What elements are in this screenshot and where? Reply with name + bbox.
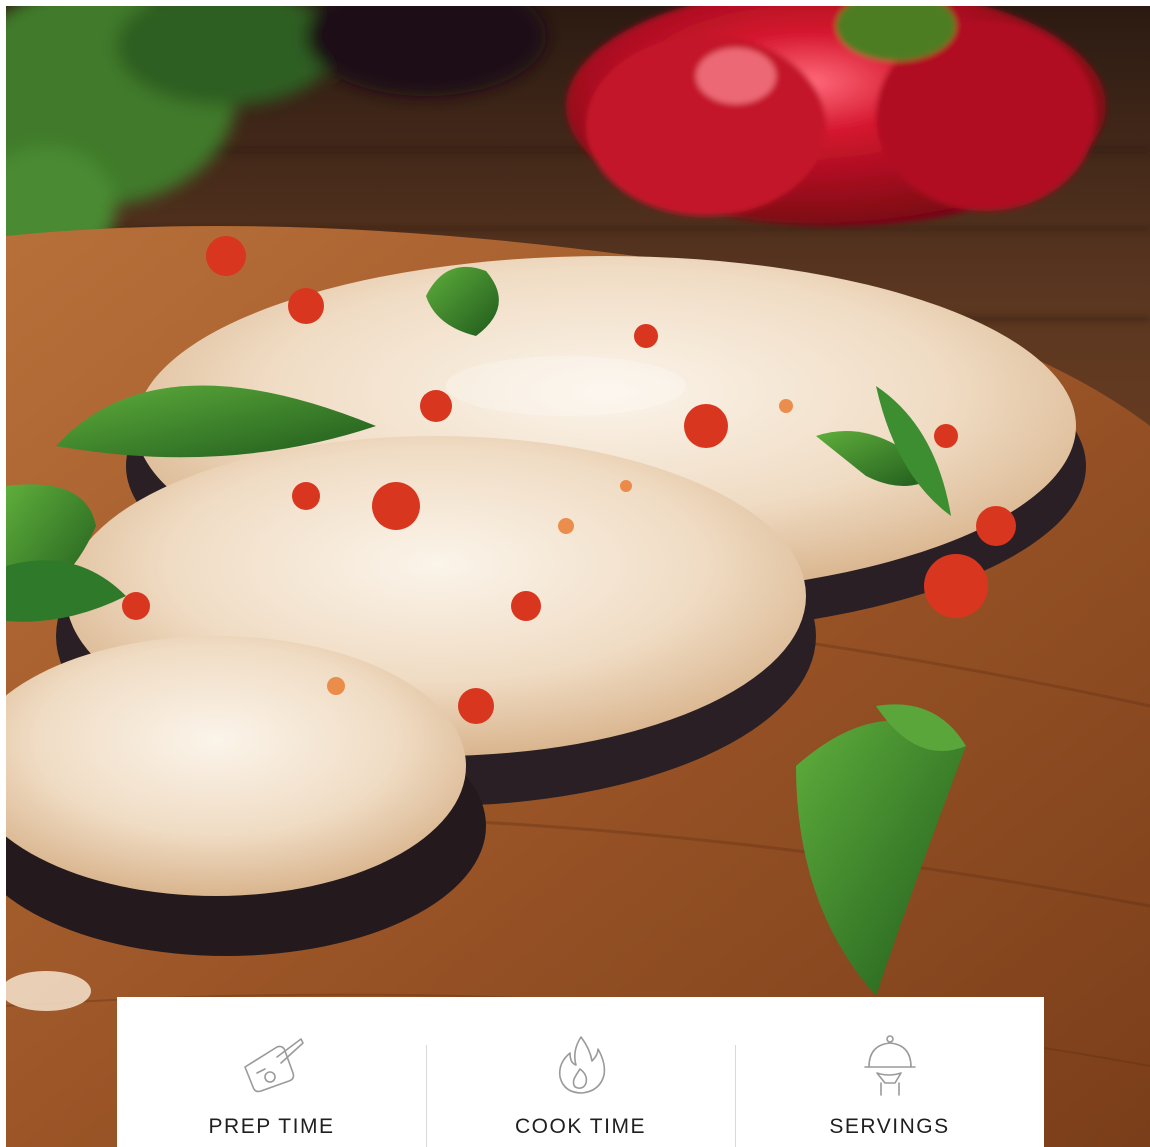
eggplant-parmesan-photo	[6, 6, 1150, 1147]
recipe-info-card: PREP TIME COOK TIME SERVINGS	[117, 997, 1044, 1147]
prep-time-item: PREP TIME	[117, 997, 426, 1147]
prep-time-label: PREP TIME	[208, 1115, 335, 1138]
servings-item: SERVINGS	[735, 997, 1044, 1147]
cook-time-label: COOK TIME	[515, 1115, 646, 1138]
cook-time-item: COOK TIME	[426, 997, 735, 1147]
hero-image	[6, 6, 1150, 1147]
cutting-board-knife-icon	[243, 1038, 304, 1093]
serving-cloche-icon	[863, 1035, 916, 1096]
flame-icon	[558, 1036, 605, 1094]
recipe-page: PREP TIME COOK TIME SERVINGS	[0, 0, 1150, 1147]
servings-label: SERVINGS	[829, 1115, 950, 1138]
